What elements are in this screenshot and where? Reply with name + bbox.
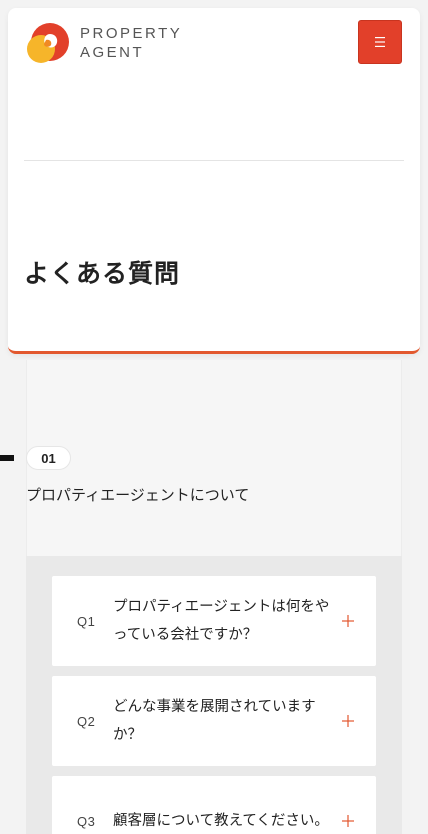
faq-question-text: プロパティエージェントは何をやっている会社ですか？ xyxy=(113,599,330,643)
property-agent-logo-icon[interactable] xyxy=(26,20,72,66)
faq-item[interactable]: Q1 プロパティエージェントは何をやっている会社ですか？ xyxy=(52,576,376,666)
hamburger-menu-icon xyxy=(375,37,385,47)
faq-question-number: Q3 xyxy=(77,813,96,829)
faq-item[interactable]: Q2 どんな事業を展開されていますか？ xyxy=(52,676,376,766)
header-card: PROPERTY AGENT よくある質問 xyxy=(8,8,420,354)
brand-line-1: PROPERTY xyxy=(80,25,183,42)
brand-line-2: AGENT xyxy=(80,44,145,61)
page-title: よくある質問 xyxy=(24,259,181,288)
plus-icon[interactable] xyxy=(342,576,354,666)
header-divider xyxy=(24,160,404,161)
section-title: プロパティエージェントについて xyxy=(26,486,250,504)
faq-question-number: Q2 xyxy=(77,713,96,729)
section-number-badge: 01 xyxy=(26,446,71,470)
brand-name[interactable]: PROPERTY AGENT xyxy=(80,24,182,62)
plus-icon[interactable] xyxy=(342,776,354,834)
faq-question-number: Q1 xyxy=(77,613,96,629)
faq-item[interactable]: Q3 顧客層について教えてください。 xyxy=(52,776,376,834)
section-header-area xyxy=(26,360,402,556)
faq-question-text: 顧客層について教えてください。 xyxy=(113,813,329,829)
section-marker xyxy=(0,455,14,461)
faq-list: Q1 プロパティエージェントは何をやっている会社ですか？ Q2 どんな事業を展開… xyxy=(26,556,402,834)
plus-icon[interactable] xyxy=(342,676,354,766)
faq-question-text: どんな事業を展開されていますか？ xyxy=(113,699,316,743)
menu-button[interactable] xyxy=(358,20,402,64)
